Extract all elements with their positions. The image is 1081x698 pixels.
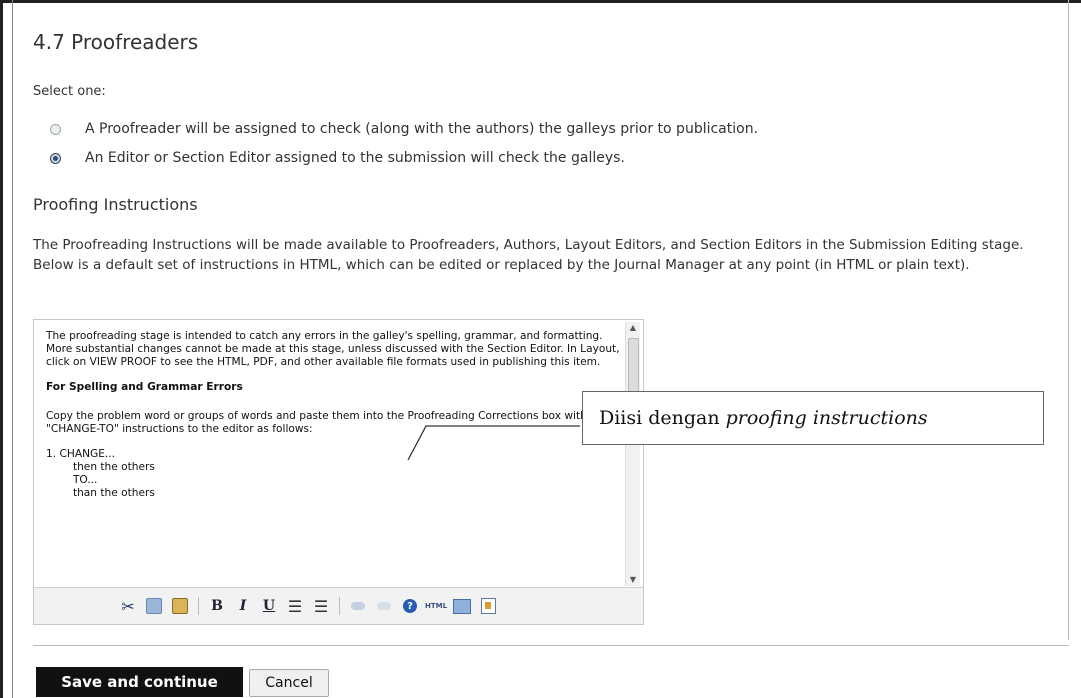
callout-emphasis: proofing instructions: [725, 407, 928, 429]
option-label: A Proofreader will be assigned to check …: [85, 121, 759, 137]
cut-icon[interactable]: ✂: [118, 596, 138, 616]
paste-icon[interactable]: [170, 596, 190, 616]
radio-button-selected[interactable]: [50, 152, 61, 164]
bold-icon[interactable]: B: [207, 596, 227, 616]
section-title: 4.7 Proofreaders: [33, 30, 199, 54]
copy-icon[interactable]: [144, 596, 164, 616]
italic-icon[interactable]: I: [233, 596, 253, 616]
save-and-continue-button[interactable]: Save and continue: [36, 667, 243, 697]
scroll-down-arrow-icon[interactable]: ▼: [626, 574, 640, 586]
option-editor-checks[interactable]: An Editor or Section Editor assigned to …: [50, 150, 625, 166]
callout-pointer-line: [407, 425, 580, 461]
proofing-instructions-heading: Proofing Instructions: [33, 195, 198, 214]
editor-list-line: TO...: [46, 474, 98, 486]
cancel-button[interactable]: Cancel: [249, 669, 329, 697]
toolbar-separator: [339, 597, 340, 615]
page-frame-right: [1068, 0, 1069, 640]
radio-button[interactable]: [50, 123, 61, 135]
divider: [33, 645, 1069, 646]
numbered-list-icon[interactable]: ☰: [311, 596, 331, 616]
link-icon[interactable]: [348, 596, 368, 616]
annotation-callout: Diisi dengan proofing instructions: [582, 391, 1044, 445]
toolbar-separator: [198, 597, 199, 615]
editor-toolbar: ✂ B I U ☰ ☰ ? HTML: [34, 587, 643, 624]
underline-icon[interactable]: U: [259, 596, 279, 616]
editor-list-line: than the others: [46, 487, 155, 499]
option-proofreader-assigned[interactable]: A Proofreader will be assigned to check …: [50, 121, 758, 137]
callout-text: Diisi dengan: [599, 407, 720, 429]
help-icon[interactable]: ?: [400, 596, 420, 616]
fullscreen-icon[interactable]: [452, 596, 472, 616]
page-frame-inner-line: [12, 0, 13, 698]
editor-subheading: For Spelling and Grammar Errors: [46, 381, 243, 393]
html-icon[interactable]: HTML: [425, 596, 447, 616]
unlink-icon[interactable]: [374, 596, 394, 616]
page-frame-top: [0, 0, 1081, 3]
editor-scrollbar[interactable]: ▲ ▼: [625, 322, 640, 586]
editor-paragraph: The proofreading stage is intended to ca…: [46, 330, 620, 368]
option-label: An Editor or Section Editor assigned to …: [85, 150, 625, 166]
select-one-label: Select one:: [33, 84, 106, 99]
bullet-list-icon[interactable]: ☰: [285, 596, 305, 616]
scroll-up-arrow-icon[interactable]: ▲: [626, 322, 640, 334]
image-icon[interactable]: [478, 596, 498, 616]
proofing-instructions-description: The Proofreading Instructions will be ma…: [33, 237, 1024, 273]
rich-text-editor[interactable]: The proofreading stage is intended to ca…: [33, 319, 644, 625]
page-frame-left: [0, 0, 3, 698]
